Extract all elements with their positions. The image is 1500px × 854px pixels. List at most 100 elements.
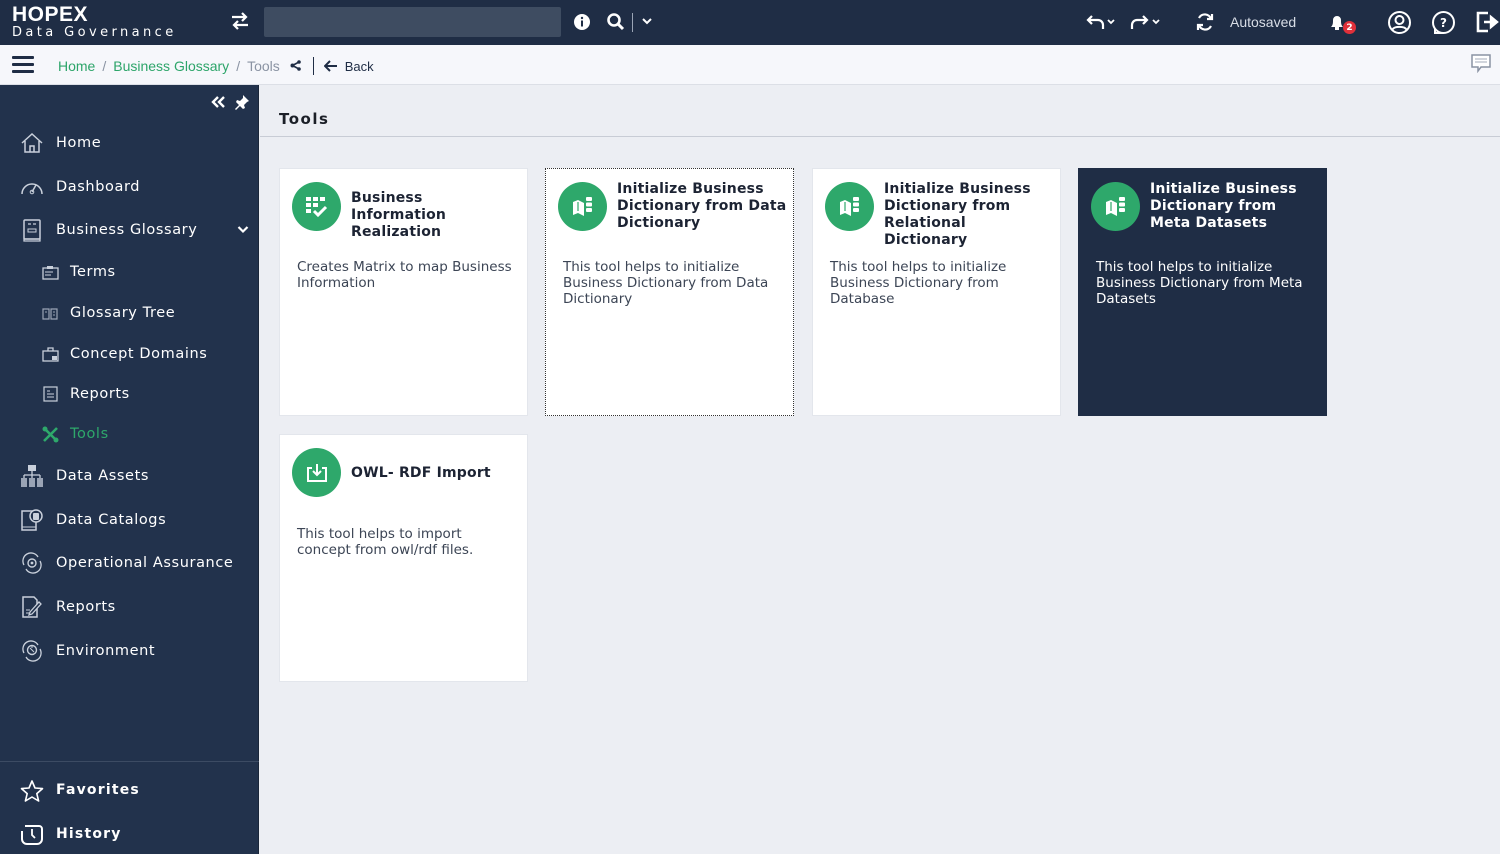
tree-icon: [40, 300, 60, 326]
comment-icon[interactable]: [1470, 53, 1492, 77]
search-icon[interactable]: [606, 12, 625, 31]
brand-name: HOPEX: [12, 3, 89, 26]
sidebar: Home Dashboard Business Glossary Terms G…: [0, 85, 259, 854]
sidebar-item-label: Reports: [70, 386, 130, 402]
sidebar-item-label: Tools: [70, 426, 109, 442]
logo: HOPEX Data Governance: [12, 4, 177, 39]
sidebar-item-label: Environment: [56, 643, 156, 659]
arrow-left-icon: [323, 60, 337, 72]
logout-icon[interactable]: [1474, 9, 1500, 35]
share-icon[interactable]: [290, 59, 301, 74]
card-description: This tool helps to import concept from o…: [297, 526, 474, 558]
sidebar-item-data-assets[interactable]: Data Assets: [0, 458, 259, 494]
breadcrumb-separator: /: [236, 58, 241, 74]
menu-icon[interactable]: [12, 56, 34, 74]
assurance-icon: [19, 550, 45, 576]
divider: [260, 136, 1500, 137]
top-bar: HOPEX Data Governance Autosaved 2 ?: [0, 0, 1500, 45]
tool-card-business-information-realization[interactable]: Business Information Realization Creates…: [279, 168, 528, 416]
svg-text:?: ?: [1440, 16, 1447, 30]
reports-icon: [19, 594, 45, 620]
report-icon: [40, 381, 60, 407]
breadcrumb-business-glossary[interactable]: Business Glossary: [113, 58, 229, 74]
card-title: Initialize Business Dictionary from Data…: [617, 181, 787, 231]
data-assets-icon: [19, 463, 45, 489]
import-icon: [292, 448, 341, 497]
pin-icon[interactable]: [234, 94, 250, 114]
sidebar-item-home[interactable]: Home: [0, 125, 259, 161]
sync-icon[interactable]: [1195, 12, 1215, 32]
help-icon[interactable]: ?: [1431, 10, 1456, 35]
dictionary-icon: [558, 182, 607, 231]
sidebar-item-label: Dashboard: [56, 179, 141, 195]
sidebar-item-label: Glossary Tree: [70, 305, 176, 321]
sidebar-item-glossary-tree[interactable]: Glossary Tree: [0, 295, 259, 331]
sidebar-item-favorites[interactable]: Favorites: [0, 772, 259, 808]
tool-card-init-from-data-dictionary[interactable]: Initialize Business Dictionary from Data…: [545, 168, 794, 416]
sidebar-item-label: Concept Domains: [70, 346, 208, 362]
sidebar-item-label: History: [56, 826, 122, 842]
dictionary-icon: [1091, 182, 1140, 231]
terms-icon: [40, 259, 60, 285]
card-description: This tool helps to initialize Business D…: [563, 259, 769, 307]
sidebar-item-environment[interactable]: Environment: [0, 633, 259, 669]
card-title: Initialize Business Dictionary from Meta…: [1150, 181, 1297, 231]
card-description: This tool helps to initialize Business D…: [830, 259, 1007, 307]
dashboard-icon: [19, 174, 45, 200]
catalog-icon: [19, 507, 45, 533]
glossary-icon: [19, 217, 45, 243]
tools-icon: [40, 421, 60, 447]
sidebar-item-label: Home: [56, 135, 102, 151]
sidebar-item-label: Reports: [56, 599, 116, 615]
back-label: Back: [344, 58, 374, 74]
breadcrumb-separator: /: [102, 58, 107, 74]
tool-card-owl-rdf-import[interactable]: OWL- RDF Import This tool helps to impor…: [279, 434, 528, 682]
home-icon: [19, 130, 45, 156]
sidebar-item-label: Business Glossary: [56, 222, 198, 238]
tool-card-init-from-relational-dictionary[interactable]: Initialize Business Dictionary from Rela…: [812, 168, 1061, 416]
sidebar-item-reports[interactable]: Reports: [0, 376, 259, 412]
dictionary-icon: [825, 182, 874, 231]
matrix-check-icon: [292, 182, 341, 231]
sidebar-item-label: Data Catalogs: [56, 512, 167, 528]
brand-subtitle: Data Governance: [12, 25, 177, 40]
user-icon[interactable]: [1387, 10, 1412, 35]
undo-icon[interactable]: [1086, 12, 1118, 32]
sidebar-item-data-catalogs[interactable]: Data Catalogs: [0, 502, 259, 538]
domains-icon: [40, 341, 60, 367]
back-button[interactable]: Back: [323, 58, 374, 74]
history-icon: [19, 821, 45, 847]
search-input[interactable]: [264, 7, 561, 37]
sidebar-item-terms[interactable]: Terms: [0, 254, 259, 290]
sidebar-item-tools[interactable]: Tools: [0, 416, 259, 452]
sidebar-item-label: Terms: [70, 264, 116, 280]
sidebar-item-label: Favorites: [56, 782, 140, 798]
card-title: OWL- RDF Import: [351, 465, 491, 481]
breadcrumb-current: Tools: [247, 58, 280, 74]
autosave-status: Autosaved: [1230, 14, 1297, 30]
tool-card-init-from-meta-datasets[interactable]: Initialize Business Dictionary from Meta…: [1078, 168, 1327, 416]
sidebar-item-dashboard[interactable]: Dashboard: [0, 169, 259, 205]
breadcrumb: Home / Business Glossary / Tools Back: [58, 57, 374, 75]
chevron-down-icon[interactable]: [237, 222, 249, 238]
swap-icon[interactable]: [230, 12, 250, 30]
sidebar-item-business-glossary[interactable]: Business Glossary: [0, 212, 259, 248]
divider: [312, 57, 314, 75]
breadcrumb-home[interactable]: Home: [58, 58, 95, 74]
sidebar-item-reports-main[interactable]: Reports: [0, 589, 259, 625]
sidebar-item-operational-assurance[interactable]: Operational Assurance: [0, 545, 259, 581]
card-title: Initialize Business Dictionary from Rela…: [884, 181, 1031, 248]
redo-icon[interactable]: [1129, 12, 1163, 32]
breadcrumb-bar: Home / Business Glossary / Tools Back: [0, 45, 1500, 85]
card-description: Creates Matrix to map Business Informati…: [297, 259, 512, 291]
star-icon: [19, 777, 45, 803]
sidebar-item-concept-domains[interactable]: Concept Domains: [0, 336, 259, 372]
collapse-sidebar-icon[interactable]: [211, 94, 226, 114]
info-icon[interactable]: [573, 13, 591, 31]
environment-icon: [19, 638, 45, 664]
card-title: Business Information Realization: [351, 190, 447, 240]
chevron-down-icon[interactable]: [641, 16, 653, 26]
sidebar-item-history[interactable]: History: [0, 816, 259, 852]
main-content: Tools Business Information Realization C…: [260, 85, 1500, 854]
notification-badge: 2: [1343, 21, 1356, 34]
